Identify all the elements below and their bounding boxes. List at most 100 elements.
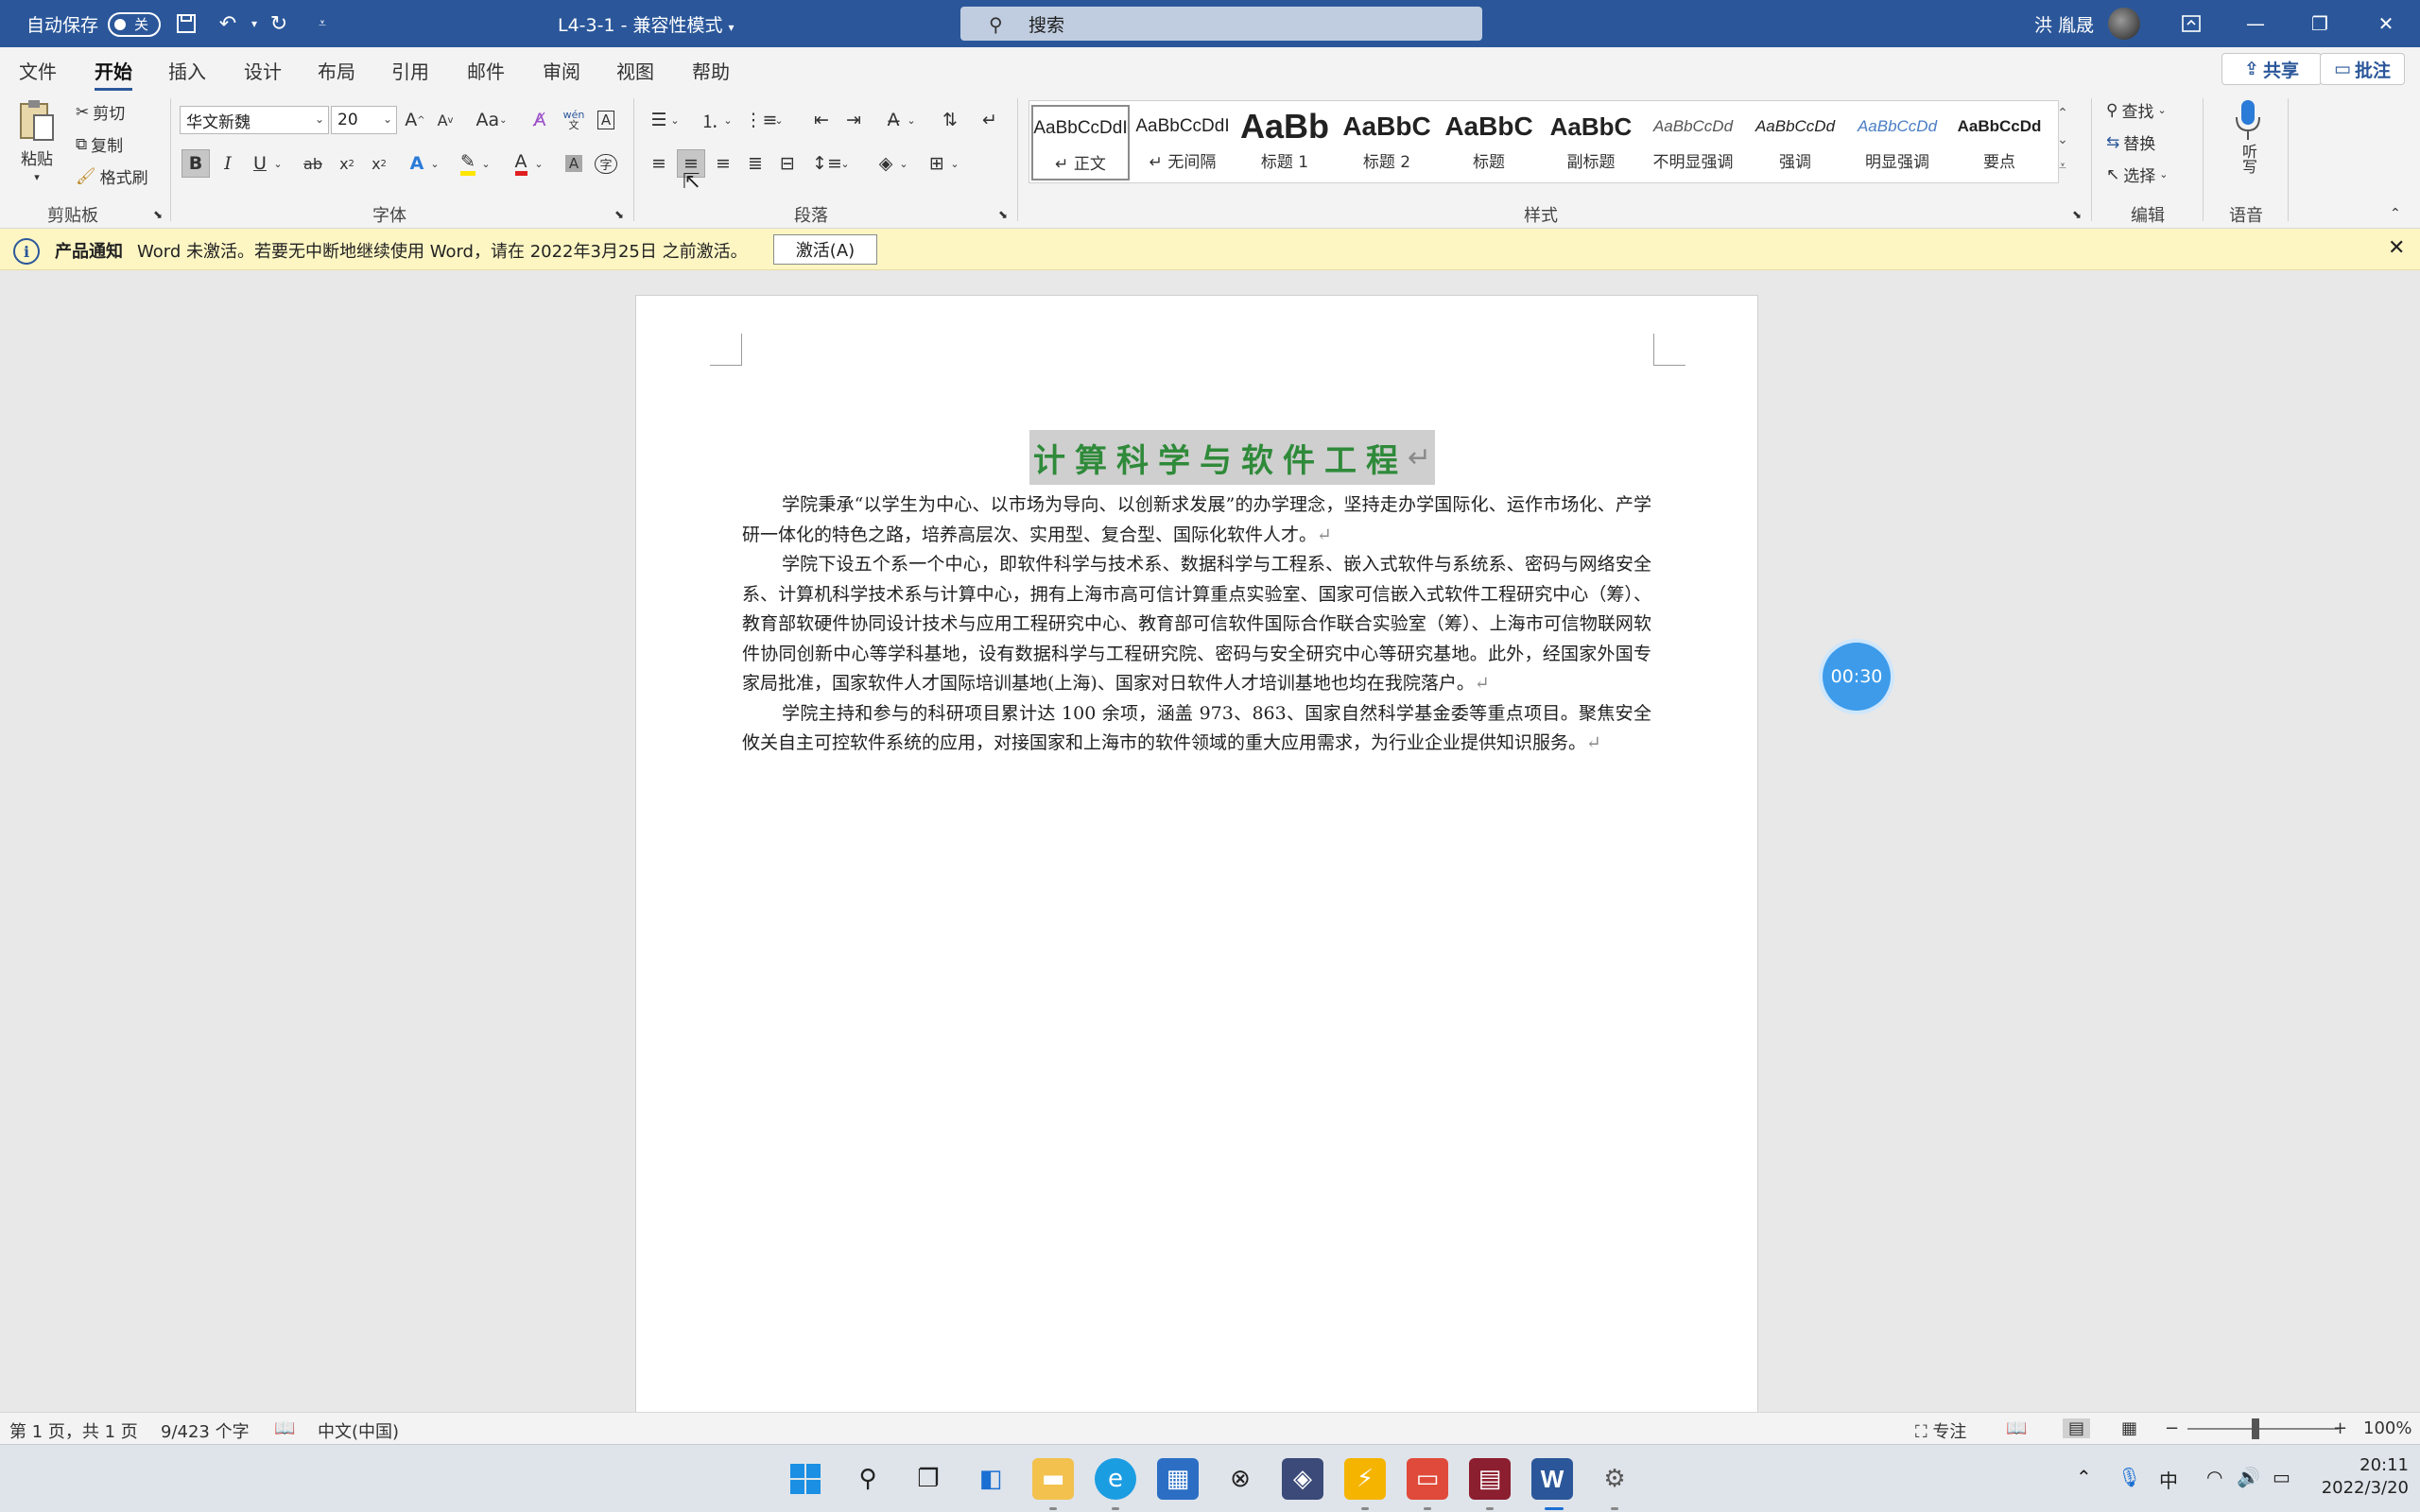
- minimize-icon[interactable]: —: [2223, 0, 2288, 47]
- chevron-down-icon[interactable]: ⌄: [947, 149, 962, 178]
- bold-button[interactable]: B: [182, 149, 210, 178]
- chevron-down-icon[interactable]: ⌄: [478, 149, 493, 178]
- character-shading-icon[interactable]: A: [560, 149, 588, 178]
- ime-indicator[interactable]: 中: [2159, 1466, 2178, 1493]
- title-selection[interactable]: 计算科学与软件工程 ↵: [1029, 430, 1436, 485]
- font-name-combo[interactable]: 华文新魏 ⌄: [180, 106, 329, 134]
- subscript-button[interactable]: x2: [333, 149, 361, 178]
- style-title[interactable]: AaBbC 标题: [1440, 105, 1538, 180]
- chevron-down-icon[interactable]: ⌄: [904, 106, 919, 134]
- language-indicator[interactable]: 中文(中国): [318, 1418, 399, 1443]
- avatar[interactable]: [2108, 8, 2140, 40]
- document-page[interactable]: 计算科学与软件工程 ↵ 学院秉承“以学生为中心、以市场为导向、以创新求发展”的办学…: [635, 295, 1758, 1419]
- decrease-indent-icon[interactable]: ⇤: [807, 106, 836, 134]
- style-emphasis[interactable]: AaBbCcDd 强调: [1746, 105, 1844, 180]
- grow-font-button[interactable]: A ^: [401, 106, 429, 134]
- style-heading-1[interactable]: AaBb 标题 1: [1236, 105, 1334, 180]
- shrink-font-button[interactable]: Av: [431, 106, 459, 134]
- cut-button[interactable]: ✂ 剪切: [76, 100, 125, 125]
- style-strong[interactable]: AaBbCcDd 要点: [1950, 105, 2048, 180]
- tab-mailings[interactable]: 邮件: [467, 57, 505, 84]
- justify-icon[interactable]: ≣: [741, 149, 769, 178]
- customize-toolbar-icon[interactable]: ⩡: [308, 9, 337, 38]
- autosave-toggle[interactable]: 关: [108, 11, 162, 37]
- chevron-down-icon[interactable]: ⌄: [771, 106, 786, 134]
- widgets-icon[interactable]: ◧: [970, 1458, 1011, 1500]
- italic-button[interactable]: I: [214, 149, 242, 178]
- task-view-icon[interactable]: ❐: [908, 1458, 949, 1500]
- page-count[interactable]: 第 1 页，共 1 页: [9, 1418, 138, 1443]
- chevron-down-icon[interactable]: ⌄: [838, 149, 853, 178]
- chevron-down-icon[interactable]: ⌄: [531, 149, 546, 178]
- tab-help[interactable]: 帮助: [692, 57, 730, 84]
- tab-references[interactable]: 引用: [391, 57, 429, 84]
- document-title-text[interactable]: 计算科学与软件工程: [1033, 435, 1408, 481]
- ribbon-display-icon[interactable]: [2159, 0, 2223, 47]
- chevron-down-icon[interactable]: ⌄: [427, 149, 442, 178]
- distributed-icon[interactable]: ⊟: [773, 149, 802, 178]
- zoom-out-icon[interactable]: −: [2165, 1418, 2179, 1438]
- gallery-up-icon[interactable]: ⌃: [2049, 100, 2076, 127]
- style-heading-2[interactable]: AaBbC 标题 2: [1338, 105, 1436, 180]
- show-marks-icon[interactable]: ↵: [976, 106, 1004, 134]
- web-layout-icon[interactable]: ▦: [2121, 1418, 2137, 1438]
- file-explorer-icon[interactable]: ▬: [1032, 1458, 1074, 1500]
- print-layout-icon[interactable]: ▤: [2063, 1418, 2091, 1438]
- search-input[interactable]: ⚲ 搜索: [960, 7, 1482, 41]
- user-name[interactable]: 洪 胤晟: [2034, 11, 2094, 37]
- battery-icon[interactable]: ▭: [2273, 1466, 2290, 1488]
- document-canvas[interactable]: 计算科学与软件工程 ↵ 学院秉承“以学生为中心、以市场为导向、以创新求发展”的办学…: [0, 270, 2420, 1419]
- close-icon[interactable]: ✕: [2388, 236, 2405, 260]
- windows-start-icon[interactable]: [785, 1458, 826, 1500]
- clear-format-icon[interactable]: A̸: [526, 106, 554, 134]
- phonetic-guide-button[interactable]: wén 文: [560, 106, 588, 134]
- paragraph[interactable]: 学院主持和参与的科研项目累计达 100 余项，涵盖 973、863、国家自然科学…: [742, 699, 1651, 759]
- paste-button[interactable]: 粘贴 ▾: [17, 98, 57, 183]
- timer-badge[interactable]: 00:30: [1823, 643, 1891, 711]
- autosave-control[interactable]: 自动保存 关: [26, 11, 162, 37]
- collapse-ribbon-icon[interactable]: ⌃: [2390, 206, 2401, 221]
- word-icon[interactable]: W: [1531, 1458, 1573, 1500]
- find-button[interactable]: ⚲ 查找 ⌄: [2106, 98, 2167, 123]
- comments-button[interactable]: ▭ 批注: [2320, 53, 2405, 85]
- gallery-down-icon[interactable]: ⌄: [2049, 127, 2076, 153]
- tab-layout[interactable]: 布局: [318, 57, 355, 84]
- select-button[interactable]: ↖ 选择 ⌄: [2106, 163, 2168, 187]
- change-case-button[interactable]: Aa ⌄: [471, 106, 512, 134]
- wifi-icon[interactable]: ◠: [2206, 1466, 2222, 1488]
- proofing-icon[interactable]: 📖: [274, 1418, 295, 1438]
- increase-indent-icon[interactable]: ⇥: [839, 106, 868, 134]
- gallery-more-icon[interactable]: ⩡: [2049, 153, 2076, 180]
- superscript-button[interactable]: x2: [365, 149, 393, 178]
- xbox-icon[interactable]: ⊗: [1219, 1458, 1261, 1500]
- virtualbox-icon[interactable]: ◈: [1282, 1458, 1323, 1500]
- tab-view[interactable]: 视图: [616, 57, 654, 84]
- strikethrough-button[interactable]: ab: [299, 149, 327, 178]
- copy-button[interactable]: ⧉ 复制: [76, 132, 123, 157]
- zoom-level[interactable]: 100%: [2363, 1418, 2411, 1438]
- winrar-icon[interactable]: ▤: [1469, 1458, 1511, 1500]
- format-painter-button[interactable]: 🖌 格式刷: [76, 164, 148, 189]
- tab-home[interactable]: 开始: [95, 57, 132, 92]
- undo-icon[interactable]: ↶: [214, 9, 242, 38]
- chevron-down-icon[interactable]: ⌄: [720, 106, 735, 134]
- style-subtle-emphasis[interactable]: AaBbCcDd 不明显强调: [1644, 105, 1742, 180]
- settings-icon[interactable]: ⚙: [1594, 1458, 1635, 1500]
- redo-icon[interactable]: ↻: [265, 9, 293, 38]
- tab-file[interactable]: 文件: [19, 57, 57, 84]
- font-launcher-icon[interactable]: ⬊: [614, 208, 624, 221]
- style-no-spacing[interactable]: AaBbCcDdI ↵ 无间隔: [1133, 105, 1232, 180]
- tab-review[interactable]: 审阅: [543, 57, 580, 84]
- sort-icon[interactable]: ⇅: [936, 106, 964, 134]
- microphone-icon[interactable]: 🎙: [2118, 1466, 2141, 1488]
- focus-button[interactable]: ⛶ 专注: [1915, 1418, 1966, 1443]
- styles-launcher-icon[interactable]: ⬊: [2072, 208, 2082, 221]
- chevron-down-icon[interactable]: ⌄: [667, 106, 683, 134]
- paragraph[interactable]: 学院下设五个系一个中心，即软件科学与技术系、数据科学与工程系、嵌入式软件与系统系…: [742, 550, 1651, 699]
- align-left-icon[interactable]: ≡: [645, 149, 673, 178]
- save-icon[interactable]: [172, 9, 200, 38]
- system-clock[interactable]: 20:11 2022/3/20: [2314, 1454, 2409, 1500]
- align-right-icon[interactable]: ≡: [709, 149, 737, 178]
- volume-icon[interactable]: 🔊: [2237, 1466, 2260, 1488]
- restore-icon[interactable]: ❐: [2288, 0, 2352, 47]
